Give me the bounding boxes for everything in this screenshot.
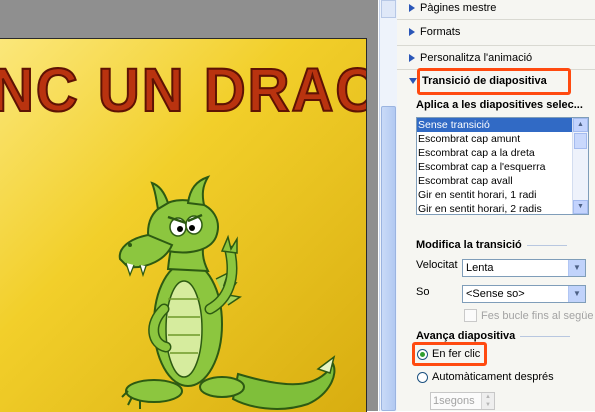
- nav-custom-animation[interactable]: Personalitza l'animació: [409, 50, 532, 66]
- listbox-scrollbar[interactable]: ▲ ▼: [572, 118, 588, 214]
- list-item[interactable]: Gir en sentit horari, 1 radi: [417, 188, 574, 202]
- list-item[interactable]: Escombrat cap a l'esquerra: [417, 160, 574, 174]
- expand-arrow-icon: [409, 54, 415, 62]
- scroll-up-arrow-icon[interactable]: ▲: [573, 118, 588, 132]
- auto-advance-option[interactable]: Automàticament després: [417, 371, 554, 383]
- list-item[interactable]: Escombrat cap a la dreta: [417, 146, 574, 160]
- chevron-down-icon[interactable]: ▼: [568, 260, 585, 276]
- nav-master-pages[interactable]: Pàgines mestre: [409, 0, 496, 16]
- chevron-down-icon[interactable]: ▼: [568, 286, 585, 302]
- nav-custom-animation-label: Personalitza l'animació: [420, 52, 533, 64]
- auto-advance-label: Automàticament després: [432, 371, 554, 383]
- scroll-thumb[interactable]: [381, 106, 396, 411]
- nav-layouts-label: Formats: [420, 26, 461, 38]
- heading-rule: [520, 335, 571, 337]
- speed-select-value: Lenta: [466, 262, 494, 274]
- divider: [397, 45, 595, 46]
- slide-title[interactable]: NC UN DRAC: [0, 55, 366, 125]
- scroll-down-arrow-icon[interactable]: ▼: [573, 200, 588, 214]
- seconds-value: 1segons: [433, 395, 475, 407]
- sound-select-value: <Sense so>: [466, 288, 525, 300]
- seconds-spinner[interactable]: 1segons ▲ ▼: [430, 392, 495, 410]
- slide-canvas[interactable]: NC UN DRAC: [0, 38, 367, 412]
- list-item[interactable]: Gir en sentit horari, 2 radis: [417, 202, 574, 214]
- highlight-box-on-click: [412, 342, 487, 366]
- modify-heading-label: Modifica la transició: [416, 239, 522, 251]
- loop-checkbox-label: Fes bucle fins al següe: [481, 309, 594, 322]
- list-item[interactable]: Escombrat cap amunt: [417, 132, 574, 146]
- scroll-up-button[interactable]: [381, 0, 396, 18]
- speed-select[interactable]: Lenta ▼: [462, 259, 586, 277]
- radio-unselected-icon[interactable]: [417, 371, 428, 383]
- divider: [397, 19, 595, 20]
- loop-checkbox[interactable]: [464, 309, 477, 322]
- nav-layouts[interactable]: Formats: [409, 24, 460, 40]
- highlight-box-transition: [417, 68, 571, 95]
- collapse-arrow-icon: [409, 78, 417, 84]
- speed-label: Velocitat: [416, 259, 458, 271]
- heading-rule: [526, 244, 567, 246]
- sound-select[interactable]: <Sense so> ▼: [462, 285, 586, 303]
- dragon-image[interactable]: [118, 159, 348, 412]
- advance-heading: Avança diapositiva: [416, 330, 571, 342]
- slide-vertical-scrollbar[interactable]: [379, 0, 397, 411]
- transition-listbox[interactable]: Sense transició Escombrat cap amunt Esco…: [416, 117, 589, 215]
- expand-arrow-icon: [409, 4, 415, 12]
- list-item[interactable]: Escombrat cap avall: [417, 174, 574, 188]
- apply-heading: Aplica a les diapositives selec...: [416, 99, 583, 111]
- task-pane: Pàgines mestre Formats Personalitza l'an…: [397, 0, 595, 411]
- list-item[interactable]: Sense transició: [417, 118, 574, 132]
- expand-arrow-icon: [409, 28, 415, 36]
- listbox-scroll-thumb[interactable]: [574, 133, 587, 149]
- slide-workspace: NC UN DRAC: [0, 0, 378, 412]
- advance-heading-label: Avança diapositiva: [416, 330, 516, 342]
- spinner-arrows-icon[interactable]: ▲ ▼: [481, 393, 494, 409]
- nav-master-pages-label: Pàgines mestre: [420, 2, 497, 14]
- modify-heading: Modifica la transició: [416, 239, 567, 251]
- sound-label: So: [416, 286, 430, 298]
- loop-checkbox-row[interactable]: Fes bucle fins al següe: [464, 309, 594, 322]
